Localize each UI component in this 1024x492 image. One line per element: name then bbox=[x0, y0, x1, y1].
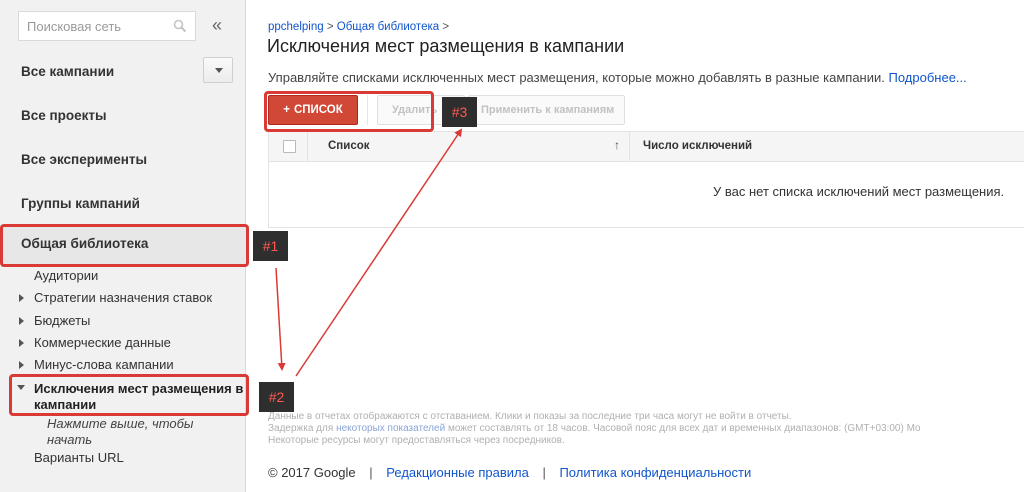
empty-table-message: У вас нет списка исключений мест размеще… bbox=[713, 184, 1005, 199]
search-input[interactable] bbox=[19, 12, 169, 40]
add-list-button[interactable]: + СПИСОК bbox=[268, 95, 358, 125]
chevron-right-icon[interactable] bbox=[19, 339, 24, 347]
campaigns-dropdown-button[interactable] bbox=[203, 57, 233, 83]
select-all-checkbox[interactable] bbox=[283, 140, 296, 153]
annotation-marker-2: #2 bbox=[259, 382, 294, 412]
annotation-marker-1: #1 bbox=[253, 231, 288, 261]
apply-to-campaigns-button[interactable]: Применить к кампаниям bbox=[468, 95, 625, 125]
description-text: Управляйте списками исключенных мест раз… bbox=[268, 70, 885, 85]
breadcrumb-library-link[interactable]: Общая библиотека bbox=[337, 21, 439, 33]
some-metrics-link[interactable]: некоторых показателей bbox=[336, 423, 445, 434]
nav-all-projects[interactable]: Все проекты bbox=[21, 108, 107, 123]
editorial-policy-link[interactable]: Редакционные правила bbox=[386, 465, 529, 480]
nav-campaign-groups[interactable]: Группы кампаний bbox=[21, 196, 140, 211]
footnote-text: может составлять от 18 часов. Часовой по… bbox=[447, 423, 921, 434]
library-item-bid-strategies[interactable]: Стратегии назначения ставок bbox=[34, 290, 212, 305]
footnote-text: Задержка для bbox=[268, 423, 334, 434]
chevron-right-icon[interactable] bbox=[19, 361, 24, 369]
breadcrumb-separator: > bbox=[326, 21, 334, 33]
toolbar-divider bbox=[367, 95, 368, 125]
library-item-negative-keywords[interactable]: Минус-слова кампании bbox=[34, 357, 174, 372]
report-footnote: Данные в отчетах отображаются с отставан… bbox=[268, 411, 921, 447]
chevron-right-icon[interactable] bbox=[19, 294, 24, 302]
learn-more-link[interactable]: Подробнее... bbox=[889, 70, 967, 85]
library-item-audiences[interactable]: Аудитории bbox=[34, 268, 98, 283]
search-box[interactable] bbox=[18, 11, 196, 41]
annotation-marker-3: #3 bbox=[442, 97, 477, 127]
nav-all-experiments[interactable]: Все эксперименты bbox=[21, 152, 147, 167]
page-title: Исключения мест размещения в кампании bbox=[267, 36, 625, 56]
page-description: Управляйте списками исключенных мест раз… bbox=[268, 70, 967, 85]
copyright: © 2017 Google bbox=[268, 465, 356, 480]
column-header-list[interactable]: Список bbox=[328, 140, 370, 152]
footnote-line: Некоторые ресурсы могут предоставляться … bbox=[268, 435, 565, 446]
arrow-1-to-2 bbox=[275, 267, 286, 371]
breadcrumb-account-link[interactable]: ppchelping bbox=[268, 21, 324, 33]
exclusion-lists-table: Список ↑ Число исключений У вас нет спис… bbox=[268, 131, 1024, 228]
footnote-line: Задержка для некоторых показателей может… bbox=[268, 423, 921, 435]
breadcrumb-separator: > bbox=[442, 21, 450, 33]
privacy-policy-link[interactable]: Политика конфиденциальности bbox=[559, 465, 751, 480]
footer: © 2017 Google | Редакционные правила | П… bbox=[268, 465, 751, 480]
search-icon[interactable] bbox=[173, 19, 187, 33]
library-item-budgets[interactable]: Бюджеты bbox=[34, 313, 90, 328]
chevron-down-icon[interactable] bbox=[17, 385, 25, 390]
plus-icon: + bbox=[283, 104, 290, 116]
chevron-right-icon[interactable] bbox=[19, 317, 24, 325]
nav-all-campaigns[interactable]: Все кампании bbox=[21, 64, 114, 79]
add-list-label: СПИСОК bbox=[293, 104, 343, 116]
hint-text: Нажмите выше, чтобы начать bbox=[47, 416, 194, 447]
library-item-placement-exclusions[interactable]: Исключения мест размещения в кампании bbox=[34, 381, 246, 413]
table-header: Список ↑ Число исключений bbox=[269, 132, 1024, 162]
chevron-down-icon bbox=[215, 68, 223, 73]
footnote-line: Данные в отчетах отображаются с отставан… bbox=[268, 411, 792, 422]
footer-divider: | bbox=[369, 465, 373, 480]
collapse-sidebar-button[interactable]: « bbox=[205, 12, 229, 40]
breadcrumb: ppchelping > Общая библиотека > bbox=[268, 21, 449, 33]
nav-shared-library[interactable]: Общая библиотека bbox=[21, 236, 148, 251]
nav-url-options[interactable]: Варианты URL bbox=[34, 450, 124, 465]
sidebar: « Все кампании Все проекты Все экспериме… bbox=[0, 0, 246, 492]
footer-divider: | bbox=[542, 465, 546, 480]
column-divider bbox=[629, 132, 630, 162]
nav-shared-library-row[interactable]: Общая библиотека bbox=[0, 225, 246, 265]
library-item-business-data[interactable]: Коммерческие данные bbox=[34, 335, 171, 350]
column-header-exclusion-count[interactable]: Число исключений bbox=[643, 140, 752, 152]
sort-arrow-icon[interactable]: ↑ bbox=[614, 138, 620, 152]
column-divider bbox=[307, 132, 308, 162]
